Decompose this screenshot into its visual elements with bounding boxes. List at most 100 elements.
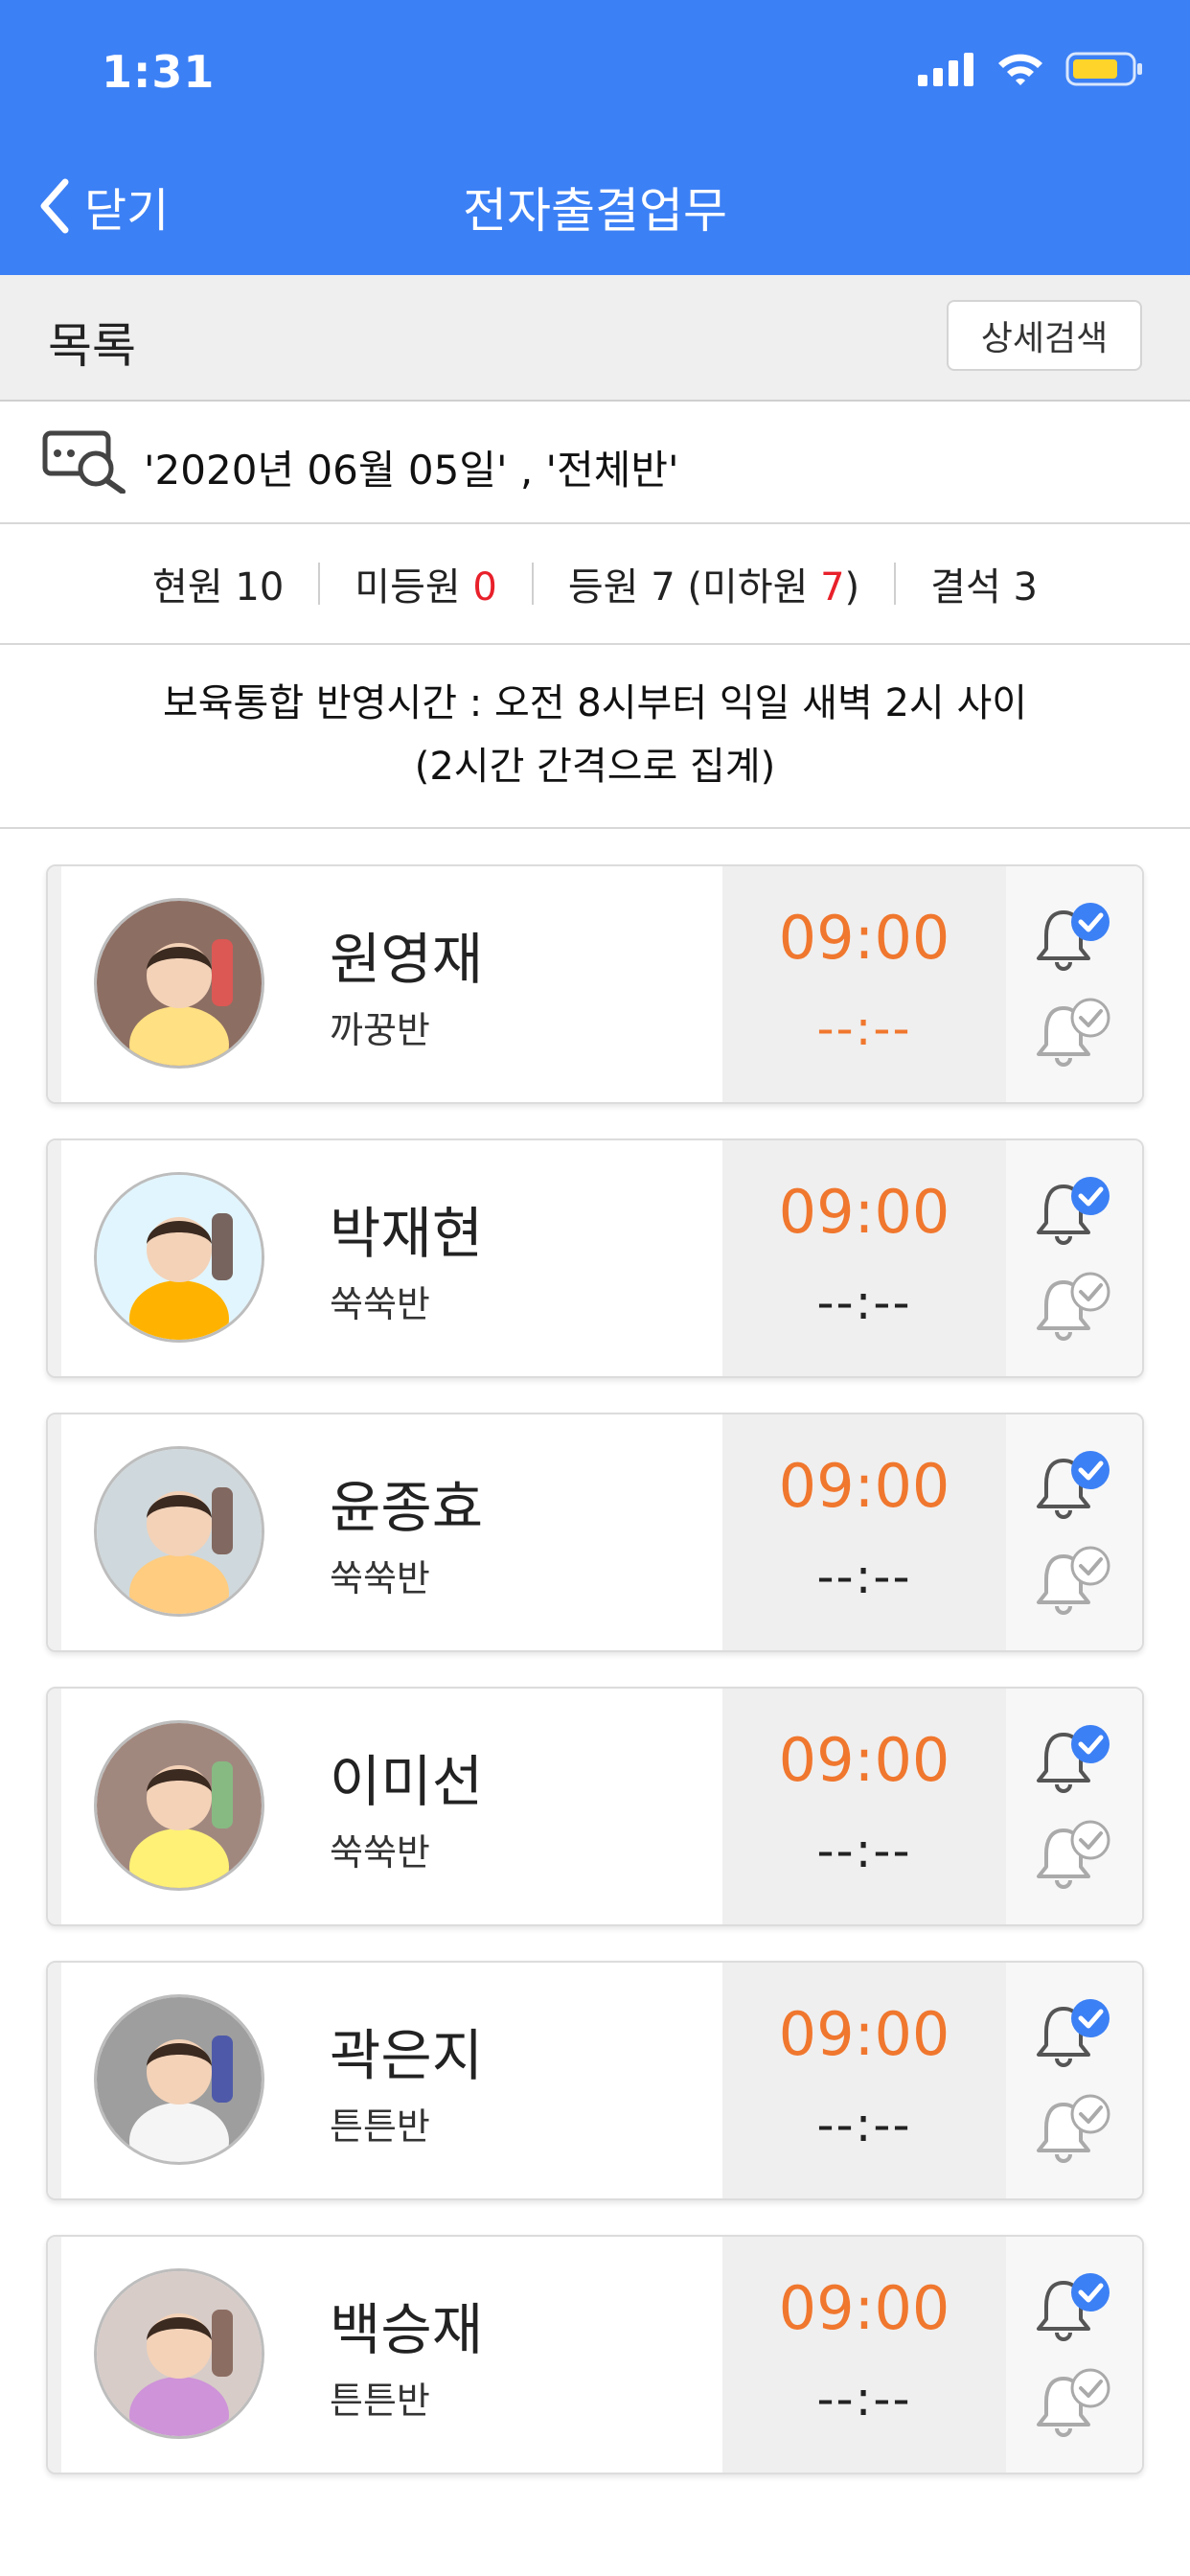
stat-not-arrived: 미등원 0 xyxy=(355,565,497,610)
departure-time: --:-- xyxy=(816,2371,912,2426)
arrival-time: 09:00 xyxy=(778,1451,950,1521)
attendance-times: 09:00 --:-- xyxy=(722,1963,1006,2198)
child-name: 윤종효 xyxy=(330,1475,484,1540)
wifi-icon xyxy=(998,54,1042,85)
divider xyxy=(894,563,897,605)
bell-pending-icon[interactable] xyxy=(1035,2093,1117,2168)
departure-notify-button[interactable] xyxy=(1035,2093,1117,2172)
search-list-icon xyxy=(42,430,126,494)
bell-checked-icon[interactable] xyxy=(1035,1449,1117,1524)
card-edge xyxy=(48,866,61,1102)
child-card[interactable]: 윤종효쑥쑥반 09:00 --:-- xyxy=(46,1413,1144,1652)
card-edge xyxy=(48,1414,61,1650)
attendance-stats: 현원 10 미등원 0 등원 7 (미하원 7) 결석 3 xyxy=(0,524,1190,645)
page-title: 전자출결업무 xyxy=(463,183,727,239)
notification-bells xyxy=(1006,1689,1142,1924)
app-header: 1:31 닫기 전자출결업무 xyxy=(0,0,1190,275)
child-name: 백승재 xyxy=(330,2297,484,2362)
divider xyxy=(531,563,534,605)
attendance-times: 09:00 --:-- xyxy=(722,866,1006,1102)
signal-icon xyxy=(918,53,973,86)
notification-bells xyxy=(1006,2237,1142,2472)
notice-box: 보육통합 반영시간 : 오전 8시부터 익일 새벽 2시 사이 (2시간 간격으… xyxy=(0,645,1190,829)
departure-notify-button[interactable] xyxy=(1035,997,1117,1075)
card-edge xyxy=(48,2237,61,2472)
search-summary-row: '2020년 06월 05일' , '전체반' xyxy=(0,402,1190,524)
attendance-times: 09:00 --:-- xyxy=(722,1414,1006,1650)
departure-time: --:-- xyxy=(816,1823,912,1878)
arrival-notify-button[interactable] xyxy=(1035,2271,1117,2350)
divider xyxy=(318,563,321,605)
child-class: 까꿍반 xyxy=(330,1009,430,1051)
child-name: 원영재 xyxy=(330,927,484,992)
departure-notify-button[interactable] xyxy=(1035,1545,1117,1623)
avatar[interactable] xyxy=(94,898,264,1069)
detail-search-button[interactable]: 상세검색 xyxy=(947,300,1142,371)
arrival-time: 09:00 xyxy=(778,1177,950,1247)
child-class: 쑥쑥반 xyxy=(330,1831,430,1874)
child-class: 튼튼반 xyxy=(330,2380,430,2422)
bell-pending-icon[interactable] xyxy=(1035,1819,1117,1894)
arrival-time: 09:00 xyxy=(778,1725,950,1795)
status-icons xyxy=(918,50,1144,88)
avatar[interactable] xyxy=(94,2268,264,2439)
bell-pending-icon[interactable] xyxy=(1035,1545,1117,1620)
departure-notify-button[interactable] xyxy=(1035,1271,1117,1349)
bell-pending-icon[interactable] xyxy=(1035,2367,1117,2442)
notice-line-2: (2시간 간격으로 집계) xyxy=(414,745,776,789)
departure-time: --:-- xyxy=(816,1000,912,1056)
child-card[interactable]: 원영재까꿍반 09:00 --:-- xyxy=(46,864,1144,1104)
search-summary-text: '2020년 06월 05일' , '전체반' xyxy=(144,447,679,494)
avatar[interactable] xyxy=(94,1446,264,1617)
avatar[interactable] xyxy=(94,1720,264,1891)
notification-bells xyxy=(1006,1140,1142,1376)
list-label: 목록 xyxy=(48,318,136,374)
notification-bells xyxy=(1006,1414,1142,1650)
stat-enrolled: 현원 10 xyxy=(152,565,285,610)
arrival-notify-button[interactable] xyxy=(1035,1997,1117,2076)
child-card[interactable]: 이미선쑥쑥반 09:00 --:-- xyxy=(46,1687,1144,1926)
bell-checked-icon[interactable] xyxy=(1035,1997,1117,2072)
arrival-time: 09:00 xyxy=(778,2273,950,2343)
arrival-notify-button[interactable] xyxy=(1035,1175,1117,1254)
child-class: 쑥쑥반 xyxy=(330,1557,430,1599)
stat-arrived: 등원 7 (미하원 7) xyxy=(567,565,860,610)
bell-checked-icon[interactable] xyxy=(1035,901,1117,976)
avatar[interactable] xyxy=(94,1172,264,1343)
arrival-time: 09:00 xyxy=(778,903,950,973)
battery-icon xyxy=(1065,52,1142,86)
bell-checked-icon[interactable] xyxy=(1035,2271,1117,2346)
child-name: 박재현 xyxy=(330,1201,484,1266)
arrival-time: 09:00 xyxy=(778,1999,950,2069)
back-button[interactable]: 닫기 xyxy=(38,172,169,240)
notice-line-1: 보육통합 반영시간 : 오전 8시부터 익일 새벽 2시 사이 xyxy=(162,681,1028,725)
departure-time: --:-- xyxy=(816,2097,912,2152)
child-name: 곽은지 xyxy=(330,2023,484,2088)
attendance-times: 09:00 --:-- xyxy=(722,1140,1006,1376)
bell-pending-icon[interactable] xyxy=(1035,997,1117,1071)
arrival-notify-button[interactable] xyxy=(1035,1723,1117,1802)
departure-time: --:-- xyxy=(816,1549,912,1604)
card-edge xyxy=(48,1963,61,2198)
departure-notify-button[interactable] xyxy=(1035,2367,1117,2446)
bell-pending-icon[interactable] xyxy=(1035,1271,1117,1346)
departure-time: --:-- xyxy=(816,1275,912,1330)
child-card[interactable]: 박재현 쑥쑥반 09:00 --:-- xyxy=(46,1138,1144,1378)
child-card[interactable]: 백승재튼튼반 09:00 --:-- xyxy=(46,2235,1144,2474)
child-name: 이미선 xyxy=(330,1749,484,1814)
list-header: 목록 상세검색 xyxy=(0,275,1190,402)
attendance-times: 09:00 --:-- xyxy=(722,2237,1006,2472)
attendance-times: 09:00 --:-- xyxy=(722,1689,1006,1924)
notification-bells xyxy=(1006,866,1142,1102)
bell-checked-icon[interactable] xyxy=(1035,1175,1117,1250)
arrival-notify-button[interactable] xyxy=(1035,1449,1117,1528)
stat-absent: 결석 3 xyxy=(930,565,1038,610)
card-edge xyxy=(48,1140,61,1376)
arrival-notify-button[interactable] xyxy=(1035,901,1117,979)
bell-checked-icon[interactable] xyxy=(1035,1723,1117,1798)
card-edge xyxy=(48,1689,61,1924)
child-card[interactable]: 곽은지튼튼반 09:00 --:-- xyxy=(46,1961,1144,2200)
departure-notify-button[interactable] xyxy=(1035,1819,1117,1898)
avatar[interactable] xyxy=(94,1994,264,2165)
child-class: 튼튼반 xyxy=(330,2105,430,2148)
